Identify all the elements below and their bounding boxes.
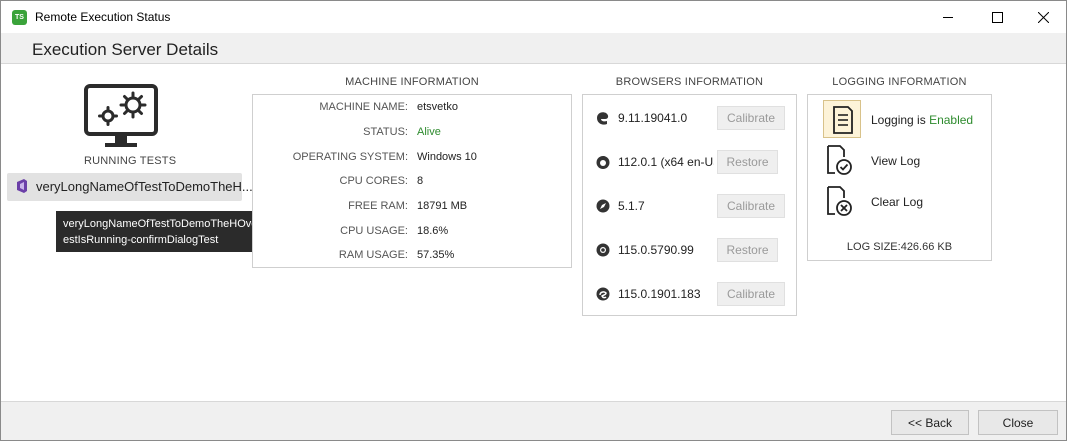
cpu-cores-label: CPU CORES:: [339, 175, 408, 187]
page-title: Execution Server Details: [32, 40, 219, 59]
ram-usage-row: RAM USAGE: 57.35%: [253, 249, 571, 269]
os-value: Windows 10: [417, 151, 477, 163]
os-row: OPERATING SYSTEM: Windows 10: [253, 151, 571, 171]
footer-bar: << Back Close: [1, 401, 1066, 440]
free-ram-row: FREE RAM: 18791 MB: [253, 200, 571, 220]
app-icon: TS: [12, 10, 27, 25]
close-icon: [1037, 11, 1049, 23]
view-log-row[interactable]: View Log: [823, 143, 973, 177]
browser-row: 112.0.1 (x64 en-US) Restore: [583, 150, 796, 174]
calibrate-button[interactable]: Calibrate: [717, 106, 785, 130]
calibrate-button[interactable]: Calibrate: [717, 282, 785, 306]
clear-log-row[interactable]: Clear Log: [823, 184, 973, 218]
server-monitor-icon: [84, 84, 158, 147]
cpu-usage-row: CPU USAGE: 18.6%: [253, 225, 571, 245]
os-label: OPERATING SYSTEM:: [292, 151, 408, 163]
edge-icon: [596, 287, 610, 301]
back-button[interactable]: << Back: [891, 410, 969, 435]
title-bar: TS Remote Execution Status: [1, 1, 1066, 33]
machine-name-row: MACHINE NAME: etsvetko: [253, 101, 571, 121]
edge-legacy-icon: [597, 112, 609, 125]
browser-version: 112.0.1 (x64 en-US): [618, 155, 714, 169]
browsers-info-header: BROWSERS INFORMATION: [615, 76, 764, 88]
view-log-button[interactable]: [823, 143, 861, 181]
log-document-icon: [833, 106, 853, 134]
clear-log-button[interactable]: [823, 184, 861, 222]
logging-toggle-button[interactable]: [823, 100, 861, 138]
logging-info-header: LOGGING INFORMATION: [832, 76, 967, 88]
chrome-icon: [596, 243, 610, 257]
cpu-usage-value: 18.6%: [417, 225, 449, 237]
firefox-icon: [596, 156, 610, 169]
clear-log-label: Clear Log: [871, 195, 924, 209]
test-file-icon: [17, 179, 27, 193]
browser-version: 9.11.19041.0: [618, 111, 688, 125]
close-window-button[interactable]: [1020, 1, 1066, 33]
restore-button[interactable]: Restore: [717, 150, 778, 174]
logging-status-prefix: Logging is: [871, 113, 926, 127]
browser-row: 5.1.7 Calibrate: [583, 194, 796, 218]
machine-name-label: MACHINE NAME:: [319, 101, 408, 113]
status-value: Alive: [417, 126, 441, 138]
browser-version: 5.1.7: [618, 199, 645, 213]
restore-button[interactable]: Restore: [717, 238, 778, 262]
status-row: STATUS: Alive: [253, 126, 571, 146]
cpu-usage-label: CPU USAGE:: [340, 225, 408, 237]
minimize-button[interactable]: [925, 1, 971, 33]
running-test-name: veryLongNameOfTestToDemoTheH...: [36, 179, 253, 194]
browser-version: 115.0.5790.99: [618, 243, 694, 257]
browsers-info-panel: 9.11.19041.0 Calibrate 112.0.1 (x64 en-U…: [582, 94, 797, 316]
logging-status-text: Logging is Enabled: [871, 113, 973, 127]
log-size: LOG SIZE:426.66 KB: [846, 241, 953, 253]
maximize-button[interactable]: [974, 1, 1020, 33]
safari-icon: [596, 199, 610, 213]
cpu-cores-row: CPU CORES: 8: [253, 175, 571, 195]
view-log-label: View Log: [871, 154, 921, 168]
machine-info-header: MACHINE INFORMATION: [345, 76, 479, 88]
logging-info-panel: Logging is Enabled View Log Clear Log LO…: [807, 94, 992, 261]
free-ram-value: 18791 MB: [417, 200, 468, 212]
close-button[interactable]: Close: [978, 410, 1058, 435]
browser-row: 9.11.19041.0 Calibrate: [583, 106, 796, 130]
logging-status-value: Enabled: [929, 113, 974, 127]
free-ram-label: FREE RAM:: [348, 200, 408, 212]
browser-row: 115.0.1901.183 Calibrate: [583, 282, 796, 306]
window-title: Remote Execution Status: [35, 10, 171, 24]
cpu-cores-value: 8: [417, 175, 424, 187]
browser-row: 115.0.5790.99 Restore: [583, 238, 796, 262]
view-log-icon: [827, 145, 852, 175]
clear-log-icon: [827, 186, 852, 216]
ram-usage-value: 57.35%: [417, 249, 455, 261]
remote-execution-window: TS Remote Execution Status Execution Ser…: [0, 0, 1067, 441]
minimize-icon: [942, 16, 953, 18]
running-tests-label: RUNNING TESTS: [84, 155, 177, 167]
browser-version: 115.0.1901.183: [618, 287, 701, 301]
ram-usage-label: RAM USAGE:: [338, 249, 408, 261]
calibrate-button[interactable]: Calibrate: [717, 194, 785, 218]
running-test-item[interactable]: veryLongNameOfTestToDemoTheH...: [7, 173, 253, 201]
status-label: STATUS:: [363, 126, 408, 138]
maximize-icon: [991, 11, 1003, 23]
logging-status-row[interactable]: Logging is Enabled: [823, 100, 973, 138]
header-band: Execution Server Details: [1, 33, 1066, 64]
machine-info-panel: MACHINE NAME: etsvetko STATUS: Alive OPE…: [252, 94, 572, 268]
machine-name-value: etsvetko: [417, 101, 458, 113]
